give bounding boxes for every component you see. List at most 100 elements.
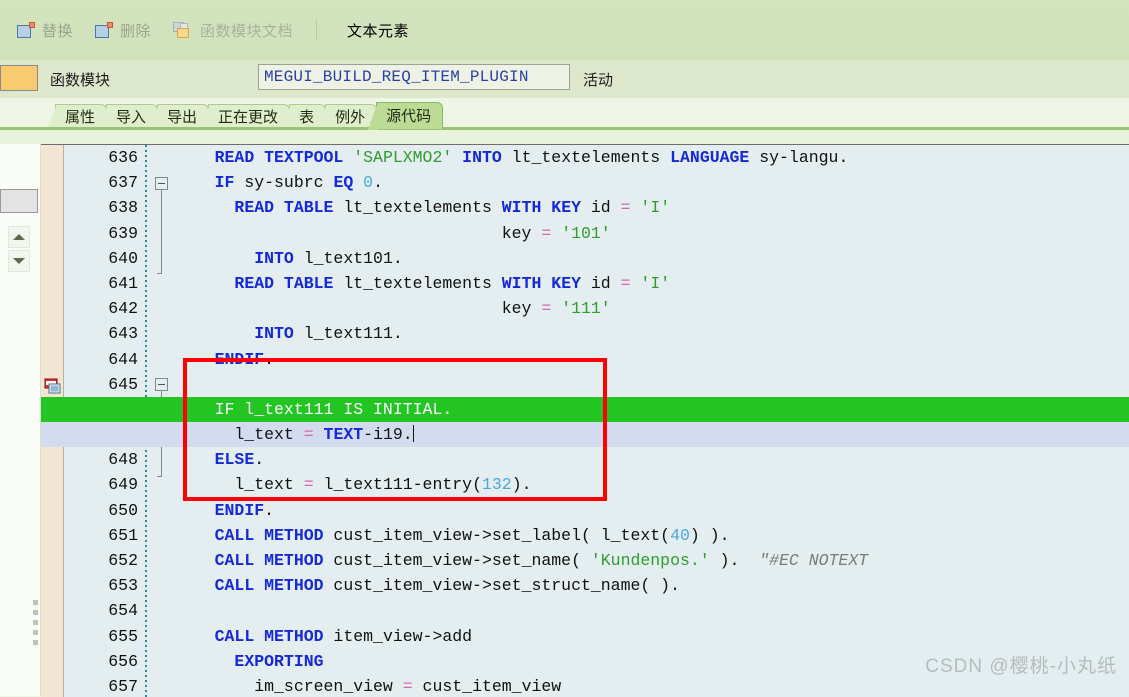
code-token: = <box>402 676 413 696</box>
function-module-header: 函数模块 MEGUI_BUILD_REQ_ITEM_PLUGIN 活动 <box>0 60 1129 99</box>
line-number: 642 <box>108 299 138 319</box>
code-line[interactable]: l_text = l_text111-entry(132). <box>175 472 1129 497</box>
code-token: . <box>264 500 275 520</box>
code-token: CALL METHOD <box>214 525 324 545</box>
code-line[interactable]: INTO l_text101. <box>175 246 1129 271</box>
page-flag-icon <box>17 21 35 39</box>
text-cursor <box>412 425 414 443</box>
code-token: -i19. <box>363 425 413 445</box>
code-line[interactable]: IF sy-subrc EQ 0. <box>175 170 1129 195</box>
line-number: 645 <box>108 374 138 394</box>
status-chip <box>0 65 38 91</box>
function-module-field-label: 函数模块 <box>50 72 111 89</box>
fold-end-tick <box>157 273 162 274</box>
code-token: . <box>264 349 275 369</box>
code-token: "#EC NOTEXT <box>759 551 869 570</box>
code-line[interactable] <box>175 372 1129 397</box>
breakpoint-bookmark-icon[interactable] <box>44 378 62 394</box>
code-token: l_text <box>175 425 304 445</box>
code-line[interactable]: CALL METHOD cust_item_view->set_label( l… <box>175 523 1129 548</box>
scroll-down-button[interactable] <box>8 250 30 272</box>
code-token: = <box>541 223 552 243</box>
triangle-down-icon <box>13 258 25 264</box>
tab-3[interactable]: 正在更改 <box>200 104 291 130</box>
line-number: 641 <box>108 273 138 293</box>
code-token: ENDIF <box>214 349 265 369</box>
code-token: CALL METHOD <box>214 626 324 646</box>
code-token: TEXT <box>323 425 364 445</box>
code-line[interactable]: INTO l_text111. <box>175 321 1129 346</box>
code-line[interactable]: READ TEXTPOOL 'SAPLXMO2' INTO lt_textele… <box>175 145 1129 170</box>
code-line[interactable]: READ TABLE lt_textelements WITH KEY id =… <box>175 271 1129 296</box>
triangle-up-icon <box>13 234 25 240</box>
tab-label: 导出 <box>167 109 198 126</box>
scroll-up-button[interactable] <box>8 226 30 248</box>
source-code-editor[interactable]: 6366376386396406416426436446456466476486… <box>41 144 1129 697</box>
code-line[interactable] <box>175 598 1129 623</box>
code-token: 0 <box>363 173 374 193</box>
code-token: id <box>581 198 621 218</box>
code-line[interactable]: CALL METHOD item_view->add <box>175 624 1129 649</box>
code-line[interactable]: READ TABLE lt_textelements WITH KEY id =… <box>175 195 1129 220</box>
code-token: INTO <box>254 248 294 268</box>
code-token: WITH KEY <box>501 198 581 218</box>
delete-button-label: 删除 <box>120 22 152 40</box>
code-line[interactable]: key = '101' <box>175 221 1129 246</box>
splitter-grip[interactable] <box>33 600 40 650</box>
code-token: cust_item_view->set_label( l_text( <box>323 525 671 545</box>
code-line[interactable]: IF l_text111 IS INITIAL. <box>41 396 1129 423</box>
line-number: 639 <box>108 223 138 243</box>
code-token: = <box>303 475 314 495</box>
code-token: id <box>581 273 621 293</box>
function-module-name-input[interactable]: MEGUI_BUILD_REQ_ITEM_PLUGIN <box>258 64 570 90</box>
activation-status: 活动 <box>583 72 614 89</box>
tab-6[interactable]: 源代码 <box>368 102 444 130</box>
delete-button[interactable]: 删除 <box>86 13 160 47</box>
code-token: ). <box>709 551 760 570</box>
code-line[interactable]: CALL METHOD cust_item_view->set_name( 'K… <box>175 548 1129 573</box>
code-line[interactable]: key = '111' <box>175 296 1129 321</box>
line-number: 655 <box>108 626 138 646</box>
code-line[interactable]: CALL METHOD cust_item_view->set_struct_n… <box>175 573 1129 598</box>
code-token: 132 <box>481 475 512 495</box>
watermark-text: CSDN @樱桃-小丸纸 <box>925 656 1117 677</box>
fold-toggle[interactable] <box>155 378 168 391</box>
tab-label: 表 <box>299 109 315 126</box>
line-number: 644 <box>108 349 138 369</box>
code-line[interactable]: ENDIF. <box>175 347 1129 372</box>
code-token: '111' <box>561 299 611 319</box>
code-token: sy-subrc <box>234 173 334 193</box>
code-line[interactable]: ELSE. <box>175 447 1129 472</box>
line-number: 643 <box>108 324 138 344</box>
replace-button[interactable]: 替换 <box>8 13 82 47</box>
code-token: ENDIF <box>214 500 265 520</box>
text-elements-label: 文本元素 <box>347 22 410 40</box>
code-line[interactable]: l_text = TEXT-i19. <box>41 422 1129 448</box>
text-elements-button[interactable]: 文本元素 <box>331 13 418 47</box>
fold-toggle[interactable] <box>155 177 168 190</box>
function-module-doc-label: 函数模块文档 <box>200 22 294 40</box>
tab-label: 属性 <box>65 109 96 126</box>
sap-function-builder-window: 替换 删除 函数模块文档 文本元素 函数模块 MEGUI_BUILD_REQ_I… <box>0 0 1129 697</box>
replace-button-label: 替换 <box>42 22 74 40</box>
code-line[interactable]: ENDIF. <box>175 498 1129 523</box>
tab-bar: 属性 导入 导出 正在更改 表 例外 源代码 <box>0 98 1129 130</box>
tab-label: 例外 <box>335 109 366 126</box>
line-number: 653 <box>108 576 138 596</box>
code-token: 'Kundenpos.' <box>590 551 710 570</box>
line-number: 638 <box>108 198 138 218</box>
side-pane-tab[interactable] <box>0 189 38 213</box>
function-module-doc-button[interactable]: 函数模块文档 <box>164 13 302 47</box>
code-text-area[interactable]: READ TEXTPOOL 'SAPLXMO2' INTO lt_textele… <box>41 145 1129 697</box>
tab-label: 正在更改 <box>218 109 279 126</box>
